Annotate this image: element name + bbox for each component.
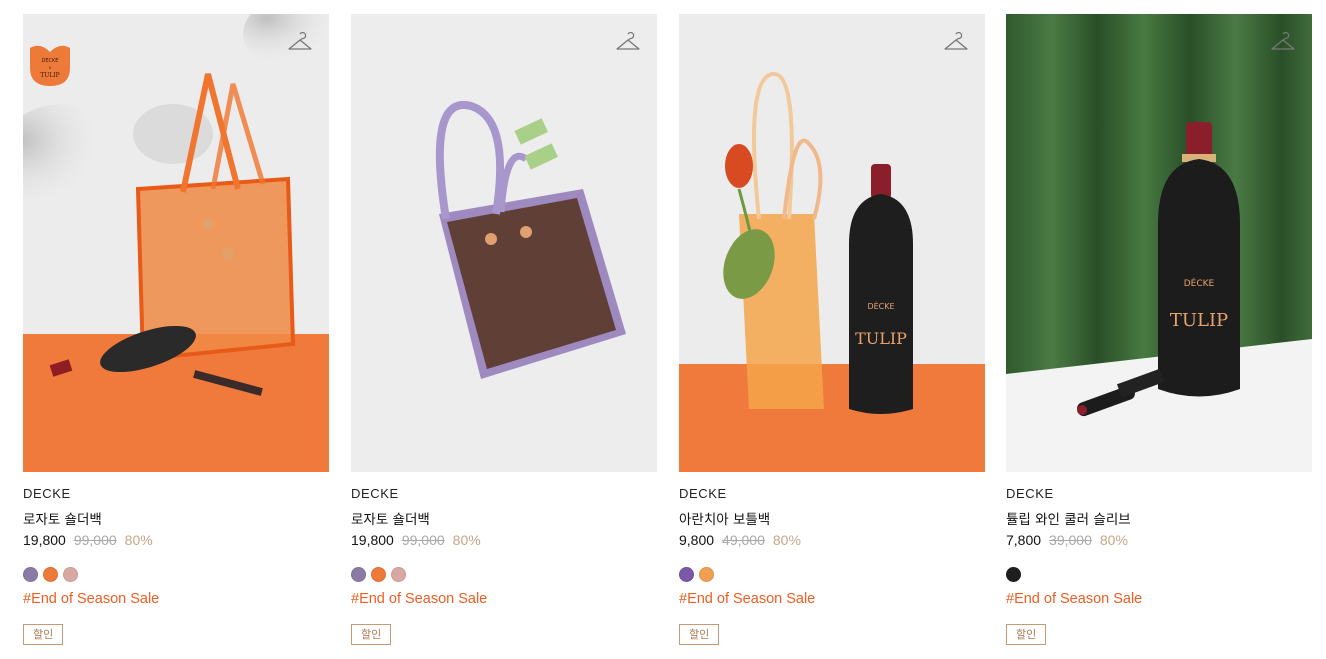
color-swatch[interactable] [351, 567, 366, 582]
original-price: 99,000 [73, 532, 117, 548]
product-image[interactable]: DÉCKE TULIP [1006, 14, 1312, 472]
product-card[interactable]: DÉCKE TULIP DECKE 아란치아 보틀백 9,800 49,000 80… [679, 14, 985, 654]
product-image[interactable] [351, 14, 657, 472]
discount-rate: 80% [1099, 532, 1128, 548]
product-photo-wine-sleeve: DÉCKE TULIP [1006, 14, 1312, 472]
discount-badge: 할인 [1006, 624, 1047, 645]
discount-badge: 할인 [679, 624, 720, 645]
product-card[interactable]: DECKE 로자토 숄더백 19,800 99,000 80% #End of Se… [351, 14, 657, 654]
discount-rate: 80% [772, 532, 801, 548]
svg-text:DÉCKE: DÉCKE [867, 300, 894, 311]
product-name[interactable]: 튤립 와인 쿨러 슬리브 [1006, 508, 1131, 528]
decke-tulip-logo: DECKE x TULIP [26, 42, 74, 88]
product-price-row: 19,800 99,000 80% [351, 532, 481, 548]
sale-price: 7,800 [1006, 532, 1042, 548]
color-swatches [351, 567, 406, 583]
product-name[interactable]: 로자토 숄더백 [23, 508, 102, 528]
product-photo-brown-tote [351, 14, 657, 472]
product-photo-bottle-bag: DÉCKE TULIP [679, 14, 985, 472]
color-swatches [23, 567, 78, 583]
hanger-icon[interactable] [943, 30, 969, 56]
hanger-icon[interactable] [615, 30, 641, 56]
product-brand: DECKE [23, 486, 71, 501]
color-swatch[interactable] [679, 567, 694, 582]
color-swatches [679, 567, 714, 583]
discount-rate: 80% [124, 532, 153, 548]
color-swatches [1006, 567, 1021, 583]
sale-tag-link[interactable]: #End of Season Sale [679, 591, 815, 607]
color-swatch[interactable] [699, 567, 714, 582]
hanger-icon[interactable] [1270, 30, 1296, 56]
sale-tag-link[interactable]: #End of Season Sale [351, 591, 487, 607]
svg-text:TULIP: TULIP [855, 329, 907, 348]
original-price: 39,000 [1049, 532, 1092, 548]
product-price-row: 19,800 99,000 80% [23, 532, 153, 548]
color-swatch[interactable] [43, 567, 58, 582]
sale-tag-link[interactable]: #End of Season Sale [1006, 591, 1142, 607]
svg-text:DECKE: DECKE [42, 58, 59, 64]
product-brand: DECKE [1006, 486, 1054, 501]
product-name[interactable]: 로자토 숄더백 [351, 508, 430, 528]
sale-price: 9,800 [679, 532, 715, 548]
svg-text:TULIP: TULIP [40, 72, 59, 79]
hanger-icon[interactable] [287, 30, 313, 56]
sale-price: 19,800 [351, 532, 394, 548]
svg-text:DÉCKE: DÉCKE [1184, 277, 1215, 289]
product-image[interactable]: DÉCKE TULIP [679, 14, 985, 472]
color-swatch[interactable] [371, 567, 386, 582]
sale-price: 19,800 [23, 532, 66, 548]
product-name[interactable]: 아란치아 보틀백 [679, 508, 770, 528]
product-card[interactable]: DECKE x TULIP DECKE 로자토 숄더백 19,800 99,000… [23, 14, 329, 654]
color-swatch[interactable] [391, 567, 406, 582]
product-brand: DECKE [351, 486, 399, 501]
svg-text:TULIP: TULIP [1170, 310, 1228, 331]
discount-badge: 할인 [23, 624, 64, 645]
sale-tag-link[interactable]: #End of Season Sale [23, 591, 159, 607]
color-swatch[interactable] [23, 567, 38, 582]
discount-rate: 80% [452, 532, 481, 548]
product-price-row: 9,800 49,000 80% [679, 532, 801, 548]
product-brand: DECKE [679, 486, 727, 501]
color-swatch[interactable] [63, 567, 78, 582]
discount-badge: 할인 [351, 624, 392, 645]
product-image[interactable]: DECKE x TULIP [23, 14, 329, 472]
product-card[interactable]: DÉCKE TULIP DECKE 튤립 와인 쿨러 슬리브 7,800 39,0… [1006, 14, 1312, 654]
original-price: 99,000 [401, 532, 445, 548]
product-grid: DECKE x TULIP DECKE 로자토 숄더백 19,800 99,000… [23, 14, 1313, 654]
product-price-row: 7,800 39,000 80% [1006, 532, 1128, 548]
color-swatch[interactable] [1006, 567, 1021, 582]
original-price: 49,000 [722, 532, 765, 548]
